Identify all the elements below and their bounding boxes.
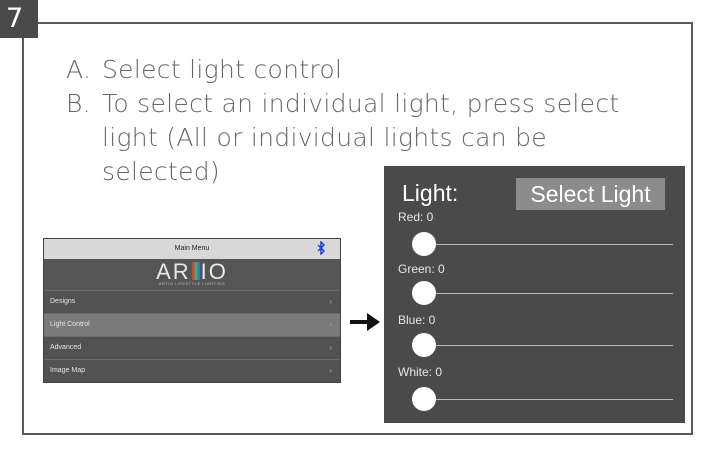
white-slider-knob[interactable] (412, 387, 436, 411)
select-light-button[interactable]: Select Light (516, 178, 665, 210)
menu-item-advanced[interactable]: Advanced › (44, 336, 340, 359)
artio-logo: AR IO ARTIO LIFESTYLE LIGHTING (44, 259, 340, 290)
red-slider-track[interactable] (424, 244, 673, 245)
menu-item-designs[interactable]: Designs › (44, 290, 340, 313)
instruction-a-marker: A. (66, 55, 92, 84)
green-slider-label: Green: 0 (398, 262, 445, 276)
chevron-right-icon: › (329, 343, 332, 352)
instruction-a: A. Select light control (66, 54, 342, 85)
white-slider-track[interactable] (424, 399, 673, 400)
light-control-panel: Light: Select Light Red: 0 Green: 0 Blue… (384, 166, 685, 423)
logo-rgb-bar (191, 262, 200, 280)
logo-tagline: ARTIO LIFESTYLE LIGHTING (158, 281, 226, 286)
main-menu-title: Main Menu (174, 245, 210, 252)
bluetooth-icon[interactable] (317, 240, 326, 259)
red-slider-label: Red: 0 (398, 210, 434, 224)
blue-slider-label: Blue: 0 (398, 313, 436, 327)
white-slider-label: White: 0 (398, 365, 443, 379)
main-menu-header: Main Menu (44, 239, 340, 259)
green-slider-track[interactable] (424, 293, 673, 294)
blue-slider-knob[interactable] (412, 333, 436, 357)
menu-item-image-map[interactable]: Image Map › (44, 359, 340, 382)
menu-item-label: Image Map (50, 367, 86, 374)
menu-item-label: Advanced (50, 344, 82, 351)
chevron-right-icon: › (329, 366, 332, 375)
instruction-b-marker: B. (66, 89, 91, 118)
instruction-a-text: Select light control (102, 55, 343, 84)
instruction-b: B. To select an individual light, press s… (66, 88, 619, 119)
menu-item-label: Designs (50, 298, 76, 305)
red-slider-knob[interactable] (412, 232, 436, 256)
instruction-b-text-line3: selected) (102, 157, 220, 186)
instruction-b-text-line2: light (All or individual lights can be (102, 123, 547, 152)
instruction-b-text-line1: To select an individual light, press sel… (102, 89, 620, 118)
right-arrow-icon (350, 313, 380, 331)
step-number-badge: 7 (0, 0, 38, 38)
main-menu-screenshot: Main Menu AR IO ARTIO LIFESTYLE LIGHTING … (43, 238, 341, 383)
chevron-right-icon: › (329, 297, 332, 306)
menu-item-label: Light Control (50, 321, 90, 328)
menu-item-light-control[interactable]: Light Control › (44, 313, 340, 336)
chevron-right-icon: › (329, 320, 332, 329)
blue-slider-track[interactable] (424, 345, 673, 346)
green-slider-knob[interactable] (412, 281, 436, 305)
light-title: Light: (402, 180, 459, 206)
